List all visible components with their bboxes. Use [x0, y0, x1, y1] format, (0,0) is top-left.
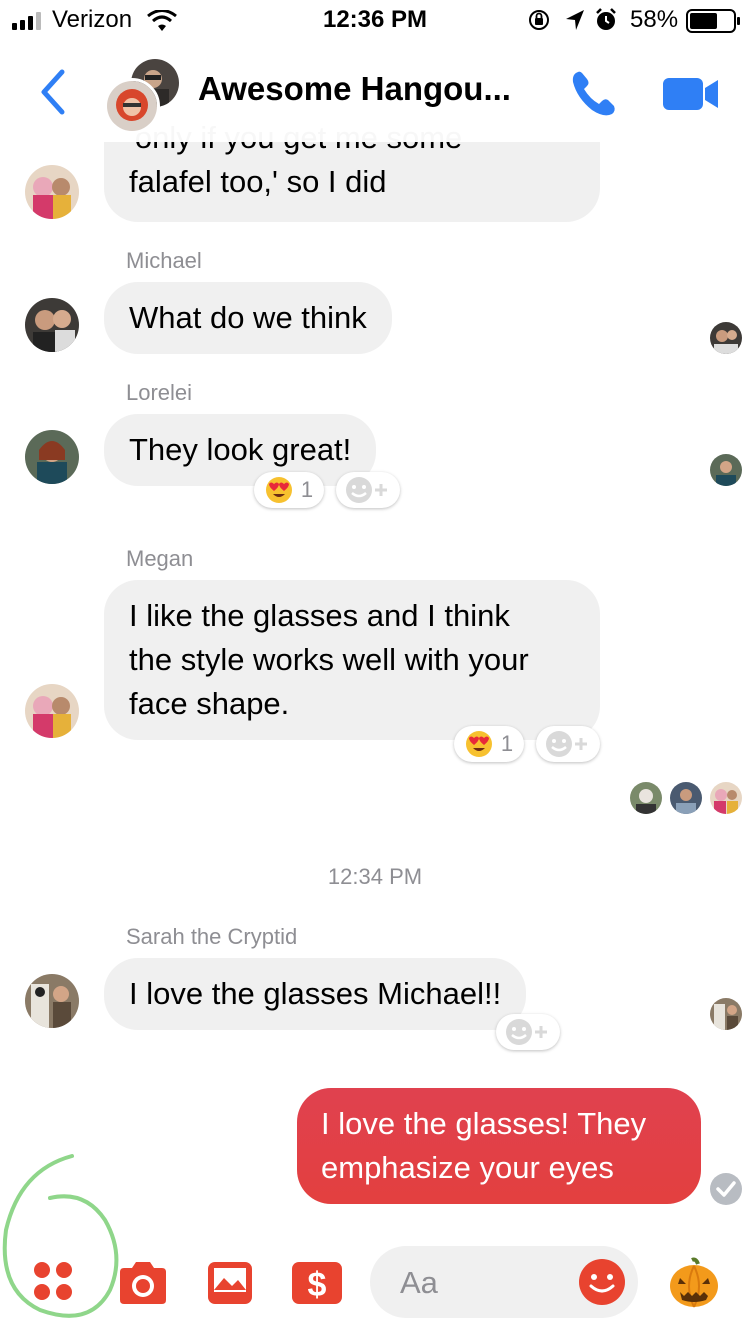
payment-icon[interactable]: $ — [290, 1260, 344, 1306]
read-receipt-avatar — [710, 454, 742, 486]
battery-percent: 58% — [630, 6, 679, 33]
add-reaction-icon — [346, 477, 387, 503]
message-text: falafel too,' so I did — [129, 164, 387, 199]
message-text: They look great! — [129, 432, 352, 467]
message-input-placeholder: Aa — [400, 1265, 438, 1300]
pumpkin-icon[interactable] — [668, 1256, 720, 1310]
emoji-icon[interactable] — [578, 1258, 626, 1306]
add-reaction-button[interactable] — [536, 726, 600, 762]
reaction-count[interactable]: 1 — [454, 726, 524, 762]
read-receipt-avatar — [710, 322, 742, 354]
location-icon — [566, 10, 584, 30]
michael-avatar[interactable] — [25, 298, 79, 352]
battery-icon — [686, 9, 740, 33]
sender-name: Megan — [126, 546, 194, 571]
megan-avatar[interactable] — [25, 165, 79, 219]
group-avatar-primary[interactable] — [104, 78, 160, 134]
message-input[interactable]: Aa — [370, 1246, 638, 1318]
reaction-count[interactable]: 1 — [254, 472, 324, 508]
back-chevron-icon[interactable] — [36, 68, 70, 116]
video-camera-icon[interactable] — [662, 76, 720, 112]
read-receipt-avatar — [710, 998, 742, 1030]
message-bubble[interactable]: What do we think — [104, 282, 392, 354]
conversation-title[interactable]: Awesome Hangou... — [198, 70, 511, 108]
message-line: I love the glasses! They — [321, 1106, 647, 1141]
reaction-number: 1 — [300, 477, 314, 502]
message-timestamp: 12:34 PM — [327, 864, 423, 889]
svg-text:$: $ — [308, 1266, 327, 1304]
message-text: I love the glasses Michael!! — [129, 976, 502, 1011]
message-bubble[interactable]: I love the glasses Michael!! — [104, 958, 527, 1030]
heart-eyes-emoji-icon — [465, 731, 492, 757]
status-bar: Verizon 12:36 PM 58% — [0, 0, 750, 40]
add-reaction-icon — [546, 731, 587, 757]
message-bubble[interactable]: I like the glasses and I think the style… — [104, 580, 600, 740]
seen-check-icon — [710, 1173, 742, 1205]
heart-eyes-emoji-icon — [265, 477, 292, 503]
my-message-bubble[interactable]: I love the glasses! They emphasize your … — [297, 1088, 701, 1204]
message-line: emphasize your eyes — [321, 1150, 614, 1185]
conversation-header: Awesome Hangou... — [0, 40, 750, 142]
message-line: the style works well with your — [129, 642, 529, 677]
alarm-icon — [596, 8, 616, 30]
read-receipt-avatar — [630, 782, 662, 814]
phone-icon[interactable] — [568, 68, 620, 120]
orientation-lock-icon — [529, 10, 549, 30]
gallery-icon[interactable] — [206, 1260, 254, 1306]
green-annotation-circle — [2, 1154, 119, 1318]
lorelei-avatar[interactable] — [25, 430, 79, 484]
message-line: face shape. — [129, 686, 290, 721]
sender-name: Lorelei — [126, 380, 193, 405]
sender-name: Sarah the Cryptid — [126, 924, 298, 949]
add-reaction-button[interactable] — [336, 472, 400, 508]
read-receipt-avatar — [710, 782, 742, 814]
message-bubble[interactable]: They look great! — [104, 414, 377, 486]
add-reaction-button[interactable] — [496, 1014, 560, 1050]
add-reaction-icon — [506, 1019, 547, 1045]
sarah-avatar[interactable] — [25, 974, 79, 1028]
sender-name: Michael — [126, 248, 202, 273]
megan-avatar[interactable] — [25, 684, 79, 738]
message-line: I like the glasses and I think — [129, 598, 510, 633]
message-text: What do we think — [129, 300, 367, 335]
reaction-number: 1 — [500, 731, 514, 756]
read-receipt-avatar — [670, 782, 702, 814]
